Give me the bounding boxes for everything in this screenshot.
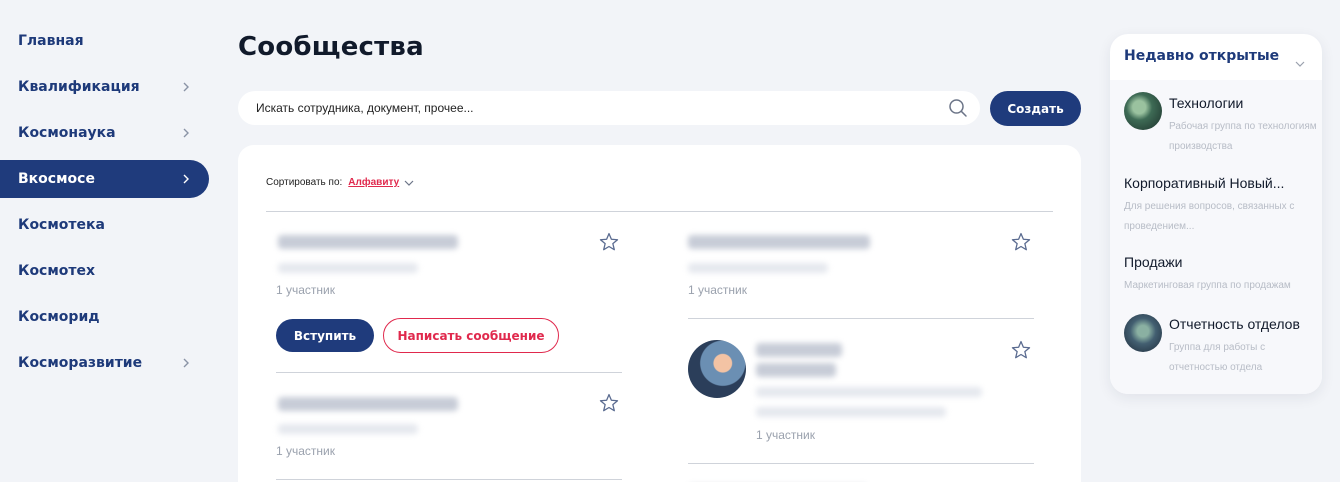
- divider: [276, 372, 622, 373]
- star-icon[interactable]: [598, 392, 620, 414]
- communities-card: Сортировать по: Алфавиту 1 участник Всту…: [238, 145, 1081, 482]
- recent-item-description: Рабочая группа по технологиям производст…: [1169, 121, 1317, 152]
- community-title-blurred: [278, 235, 458, 249]
- community-title-blurred: [756, 363, 836, 377]
- community-avatar: [688, 340, 746, 398]
- chevron-down-icon[interactable]: [1294, 53, 1306, 67]
- community-subtitle-blurred: [688, 263, 828, 273]
- search-bar: [238, 91, 980, 125]
- community-avatar: [1124, 314, 1162, 352]
- search-icon[interactable]: [948, 98, 968, 118]
- chevron-down-icon[interactable]: [404, 179, 414, 187]
- community-title-blurred: [278, 397, 458, 411]
- sidebar-item-label: Вкосмосе: [18, 171, 95, 187]
- recently-opened-title: Недавно открытые: [1124, 48, 1280, 64]
- sidebar-item-kvalifikaciya[interactable]: Квалификация: [0, 68, 209, 106]
- sidebar-nav: Главная Квалификация Космонаука Вкосмосе…: [0, 22, 210, 390]
- sidebar-item-label: Космотека: [18, 217, 105, 233]
- sidebar-item-label: Космонаука: [18, 125, 116, 141]
- member-count: 1 участник: [276, 444, 336, 458]
- member-count: 1 участник: [276, 283, 336, 297]
- chevron-right-icon: [180, 171, 192, 187]
- sidebar-item-label: Косморид: [18, 309, 100, 325]
- divider: [688, 318, 1034, 319]
- sidebar-item-label: Главная: [18, 33, 84, 49]
- recent-item-name: Технологии: [1169, 95, 1244, 111]
- recent-item-description: Маркетинговая группа по продажам: [1124, 280, 1291, 291]
- sidebar-item-kosmoteka[interactable]: Космотека: [0, 206, 209, 244]
- star-icon[interactable]: [598, 231, 620, 253]
- recent-item-description: Для решения вопросов, связанных с провед…: [1124, 201, 1295, 232]
- sidebar-item-kosmonauka[interactable]: Космонаука: [0, 114, 209, 152]
- community-subtitle-blurred: [756, 407, 946, 417]
- community-title-blurred: [688, 235, 870, 249]
- sidebar-item-label: Косморазвитие: [18, 355, 143, 371]
- recently-opened-panel: Недавно открытые Технологии Рабочая груп…: [1110, 34, 1322, 394]
- community-subtitle-blurred: [278, 424, 418, 434]
- recent-item-description: Группа для работы с отчетностью отдела: [1169, 342, 1266, 373]
- community-subtitle-blurred: [278, 263, 418, 273]
- chevron-right-icon: [180, 79, 192, 95]
- join-button[interactable]: Вступить: [276, 319, 374, 352]
- divider: [266, 211, 1053, 212]
- community-title-blurred: [756, 343, 842, 357]
- search-input[interactable]: [256, 91, 936, 125]
- page-title: Сообщества: [238, 32, 424, 62]
- star-icon[interactable]: [1010, 231, 1032, 253]
- sidebar-item-kosmorid[interactable]: Косморид: [0, 298, 209, 336]
- chevron-right-icon: [180, 355, 192, 371]
- sort-dropdown[interactable]: Алфавиту: [348, 177, 399, 188]
- sidebar-item-vkosmose[interactable]: Вкосмосе: [0, 160, 209, 198]
- sidebar-item-kosmorazvitie[interactable]: Косморазвитие: [0, 344, 209, 382]
- sort-control: Сортировать по: Алфавиту: [266, 177, 414, 188]
- recently-opened-list: Технологии Рабочая группа по технологиям…: [1110, 80, 1322, 394]
- divider: [688, 463, 1034, 464]
- sort-label: Сортировать по:: [266, 177, 343, 188]
- chevron-right-icon: [180, 125, 192, 141]
- member-count: 1 участник: [756, 428, 816, 442]
- recently-opened-header[interactable]: Недавно открытые: [1110, 34, 1322, 80]
- community-subtitle-blurred: [756, 387, 982, 397]
- sidebar-item-label: Космотех: [18, 263, 96, 279]
- write-message-button[interactable]: Написать сообщение: [383, 318, 559, 353]
- create-button[interactable]: Создать: [990, 91, 1081, 126]
- sidebar-item-label: Квалификация: [18, 79, 140, 95]
- star-icon[interactable]: [1010, 339, 1032, 361]
- recent-item-name: Продажи: [1124, 254, 1183, 270]
- sidebar-item-kosmotekh[interactable]: Космотех: [0, 252, 209, 290]
- recent-item-name: Отчетность отделов: [1169, 316, 1300, 332]
- member-count: 1 участник: [688, 283, 748, 297]
- community-avatar: [1124, 92, 1162, 130]
- divider: [276, 479, 622, 480]
- recent-item-name: Корпоративный Новый...: [1124, 175, 1285, 191]
- sidebar-item-glavnaya[interactable]: Главная: [0, 22, 209, 60]
